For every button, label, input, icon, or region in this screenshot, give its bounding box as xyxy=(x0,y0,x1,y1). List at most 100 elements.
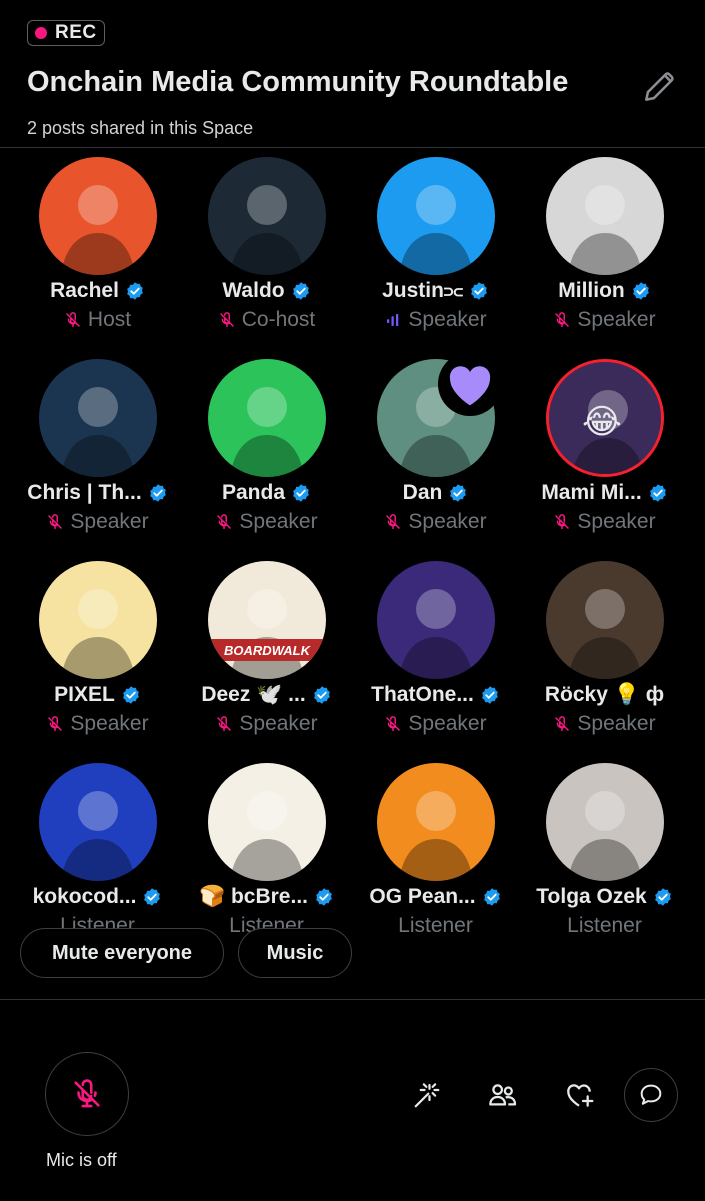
recording-label: REC xyxy=(55,22,97,43)
participant-card[interactable]: Tolga Ozek Listener xyxy=(520,756,689,958)
participant-role: Co-host xyxy=(182,308,351,332)
participant-name-text: Waldo xyxy=(222,279,285,302)
chat-bubble-icon xyxy=(640,1084,662,1105)
participant-card[interactable]: Chris | Th... Speaker xyxy=(13,352,182,554)
verified-badge-icon xyxy=(291,483,311,503)
participant-card[interactable]: ThatOne... Speaker xyxy=(351,554,520,756)
participant-role-text: Speaker xyxy=(408,510,487,533)
participant-role: Speaker xyxy=(351,712,520,736)
participant-role-text: Speaker xyxy=(70,712,149,735)
recording-dot-icon xyxy=(35,27,47,39)
people-button[interactable] xyxy=(476,1068,530,1122)
participant-card[interactable]: OG Pean... Listener xyxy=(351,756,520,958)
participant-name-text: Mami Mi... xyxy=(541,481,642,504)
participant-card[interactable]: Röcky 💡 ф Speaker xyxy=(520,554,689,756)
participant-name: Waldo xyxy=(182,279,351,303)
participant-card[interactable]: Rachel Host xyxy=(13,150,182,352)
mic-toggle-button[interactable] xyxy=(45,1052,129,1136)
participant-card[interactable]: PIXEL Speaker xyxy=(13,554,182,756)
participant-role: Speaker xyxy=(520,510,689,534)
verified-badge-icon xyxy=(125,281,145,301)
mic-muted-icon xyxy=(219,312,234,328)
verified-badge-icon xyxy=(291,281,311,301)
participant-avatar[interactable] xyxy=(39,561,157,679)
participant-avatar[interactable] xyxy=(39,763,157,881)
participant-role: Host xyxy=(13,308,182,332)
verified-badge-icon xyxy=(653,887,673,907)
participant-avatar[interactable] xyxy=(208,157,326,275)
mic-status-label: Mic is off xyxy=(46,1150,117,1170)
participant-name: Dan xyxy=(351,481,520,505)
participant-role-text: Speaker xyxy=(239,510,318,533)
mic-muted-icon xyxy=(386,716,401,732)
participant-name-text: Justin⫗ xyxy=(382,279,463,302)
participant-role-text: Speaker xyxy=(577,712,656,735)
participant-avatar[interactable] xyxy=(546,157,664,275)
participant-name: Deez 🕊️ ... xyxy=(182,683,351,707)
comment-button[interactable] xyxy=(624,1068,678,1122)
participant-role-text: Listener xyxy=(567,914,642,937)
participant-name-text: Tolga Ozek xyxy=(536,885,647,908)
participant-card[interactable]: Panda Speaker xyxy=(182,352,351,554)
participant-card[interactable]: 😂 Mami Mi... Speaker xyxy=(520,352,689,554)
verified-badge-icon xyxy=(469,281,489,301)
participant-role: Speaker xyxy=(182,712,351,736)
verified-badge-icon xyxy=(631,281,651,301)
participant-role: Speaker xyxy=(13,712,182,736)
participant-card[interactable]: Million Speaker xyxy=(520,150,689,352)
participant-card[interactable]: BOARDWALK Deez 🕊️ ... Speaker xyxy=(182,554,351,756)
participant-role-text: Speaker xyxy=(239,712,318,735)
participant-avatar[interactable]: BOARDWALK xyxy=(208,561,326,679)
participant-name-text: 🍞 bcBre... xyxy=(198,885,308,908)
participant-avatar[interactable] xyxy=(546,561,664,679)
music-button[interactable]: Music xyxy=(238,928,352,978)
space-subtitle[interactable]: 2 posts shared in this Space xyxy=(27,118,253,139)
verified-badge-icon xyxy=(648,483,668,503)
participant-avatar[interactable] xyxy=(377,157,495,275)
people-icon xyxy=(489,1084,517,1106)
participant-role-text: Speaker xyxy=(70,510,149,533)
participant-name-text: Rachel xyxy=(50,279,119,302)
participant-name-text: Deez 🕊️ ... xyxy=(201,683,306,706)
participant-name-text: Million xyxy=(558,279,625,302)
edit-pencil-icon[interactable] xyxy=(640,68,678,106)
react-button[interactable] xyxy=(552,1068,606,1122)
mic-muted-icon xyxy=(217,514,232,530)
participant-name: Rachel xyxy=(13,279,182,303)
mute-everyone-button[interactable]: Mute everyone xyxy=(20,928,224,978)
participant-name: ThatOne... xyxy=(351,683,520,707)
mic-muted-icon xyxy=(66,312,80,328)
participant-name-text: OG Pean... xyxy=(369,885,476,908)
participant-avatar[interactable] xyxy=(208,763,326,881)
emoji-reaction: 😂 xyxy=(582,403,622,441)
participant-card[interactable]: Waldo Co-host xyxy=(182,150,351,352)
header-divider xyxy=(0,147,705,148)
participant-name: Million xyxy=(520,279,689,303)
verified-badge-icon xyxy=(121,685,141,705)
verified-badge-icon xyxy=(448,483,468,503)
mic-muted-icon xyxy=(555,312,570,328)
participant-role: Listener xyxy=(351,914,520,938)
participant-card[interactable]: Dan Speaker xyxy=(351,352,520,554)
participant-name-text: Dan xyxy=(402,481,443,504)
participant-name: Mami Mi... xyxy=(520,481,689,505)
participant-role: Speaker xyxy=(182,510,351,534)
participant-avatar[interactable] xyxy=(546,763,664,881)
participant-avatar[interactable] xyxy=(377,763,495,881)
speaking-indicator-icon xyxy=(387,314,399,326)
verified-badge-icon xyxy=(314,887,334,907)
participant-name: Panda xyxy=(182,481,351,505)
participant-name-text: PIXEL xyxy=(54,683,115,706)
sparkle-wand-button[interactable] xyxy=(400,1068,454,1122)
verified-badge-icon xyxy=(482,887,502,907)
participant-avatar[interactable] xyxy=(208,359,326,477)
svg-text:BOARDWALK: BOARDWALK xyxy=(224,643,312,658)
participant-name-text: kokocod... xyxy=(32,885,137,908)
mic-muted-icon xyxy=(555,514,570,530)
participant-avatar[interactable] xyxy=(39,359,157,477)
verified-badge-icon xyxy=(480,685,500,705)
participant-avatar[interactable] xyxy=(39,157,157,275)
participant-avatar[interactable] xyxy=(377,561,495,679)
mic-muted-icon xyxy=(48,514,63,530)
participant-card[interactable]: Justin⫗ Speaker xyxy=(351,150,520,352)
